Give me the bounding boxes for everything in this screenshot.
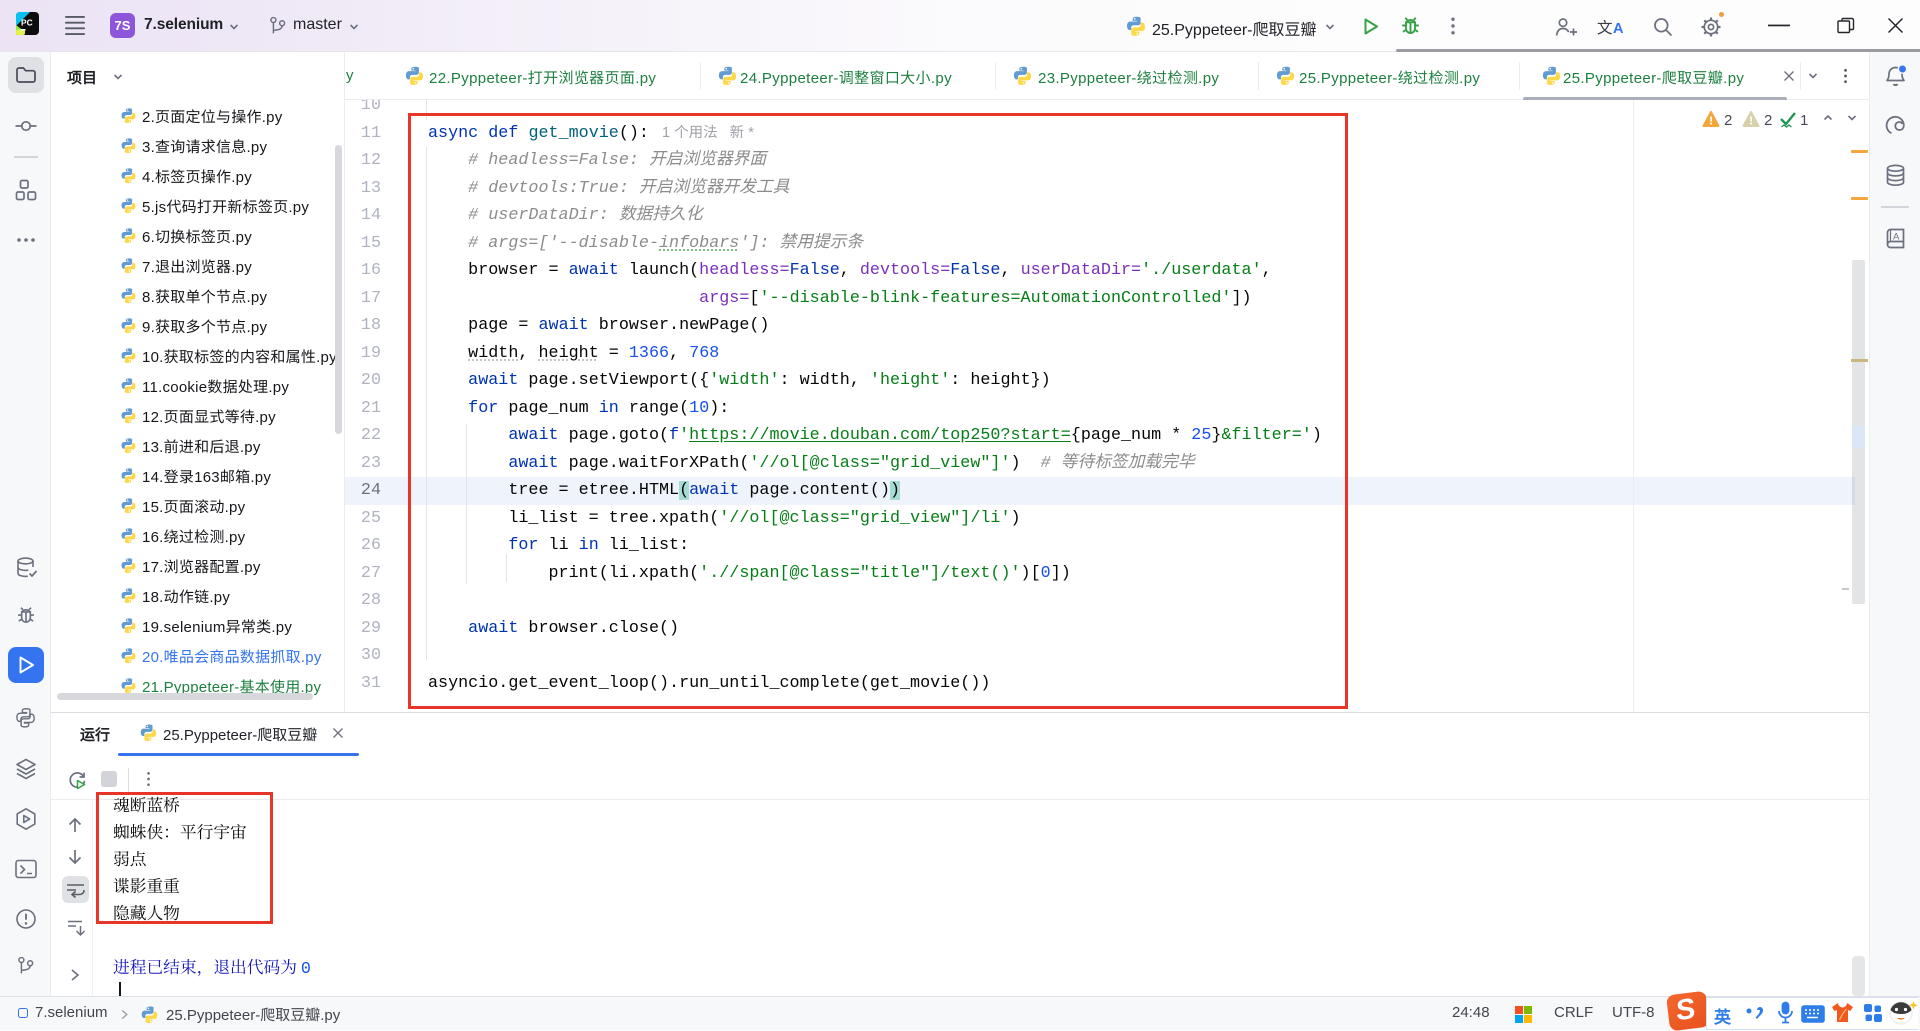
svg-text:2: 2 — [1764, 112, 1772, 129]
svg-text:1: 1 — [1800, 112, 1808, 129]
svg-text:2: 2 — [1724, 112, 1732, 129]
svg-text:A: A — [1893, 232, 1900, 243]
svg-text:PC: PC — [21, 18, 33, 28]
